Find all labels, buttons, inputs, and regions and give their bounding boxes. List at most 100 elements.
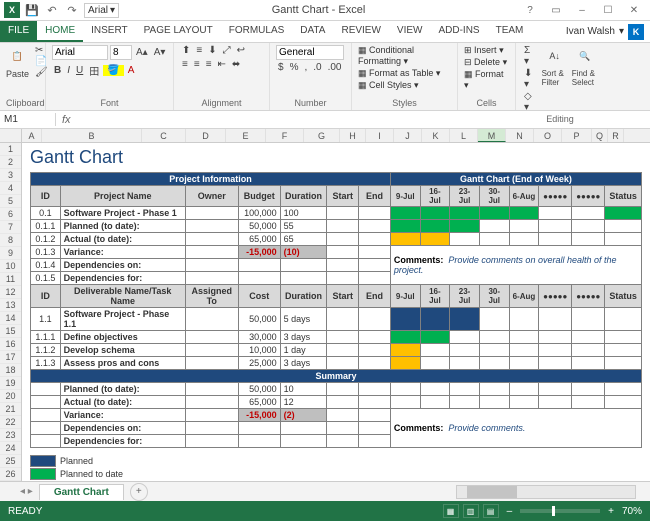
cell[interactable] bbox=[509, 383, 539, 396]
add-sheet-button[interactable]: + bbox=[130, 483, 148, 501]
cell[interactable] bbox=[539, 396, 572, 409]
tab-team[interactable]: TEAM bbox=[488, 21, 532, 42]
cell[interactable]: 25,000 bbox=[238, 357, 280, 370]
cell[interactable] bbox=[359, 207, 391, 220]
cell[interactable]: ●●●●● bbox=[572, 186, 605, 207]
font-name-input[interactable] bbox=[52, 45, 108, 60]
column-header[interactable]: L bbox=[450, 129, 478, 142]
column-header[interactable]: O bbox=[534, 129, 562, 142]
cell[interactable]: Status bbox=[605, 186, 642, 207]
cell[interactable] bbox=[31, 409, 61, 422]
zoom-out-button[interactable]: – bbox=[507, 506, 513, 517]
cell[interactable]: Variance: bbox=[60, 409, 185, 422]
sheet-tab[interactable]: Gantt Chart bbox=[39, 484, 124, 500]
cell[interactable] bbox=[572, 344, 605, 357]
cell[interactable] bbox=[509, 233, 539, 246]
cell[interactable]: 30,000 bbox=[238, 331, 280, 344]
cell[interactable] bbox=[185, 207, 238, 220]
cell[interactable]: 50,000 bbox=[238, 308, 280, 331]
row-header[interactable]: 5 bbox=[0, 195, 21, 208]
cell[interactable] bbox=[572, 220, 605, 233]
column-header[interactable]: C bbox=[142, 129, 186, 142]
cell[interactable]: (10) bbox=[280, 246, 327, 259]
cell[interactable] bbox=[327, 207, 359, 220]
zoom-slider[interactable] bbox=[520, 509, 600, 513]
cell[interactable]: 0.1.4 bbox=[31, 259, 61, 272]
row-header[interactable]: 7 bbox=[0, 221, 21, 234]
cell[interactable]: 55 bbox=[280, 220, 327, 233]
cell[interactable] bbox=[327, 331, 359, 344]
cell[interactable] bbox=[185, 246, 238, 259]
cell[interactable] bbox=[327, 308, 359, 331]
cell[interactable] bbox=[420, 396, 450, 409]
cell[interactable] bbox=[238, 259, 280, 272]
cell[interactable] bbox=[327, 220, 359, 233]
cell[interactable] bbox=[359, 344, 391, 357]
cell[interactable]: ●●●●● bbox=[572, 285, 605, 308]
align-left-icon[interactable]: ≡ bbox=[180, 59, 190, 70]
cell[interactable]: Gantt Chart (End of Week) bbox=[390, 173, 641, 186]
cell-styles-button[interactable]: ▦ Cell Styles ▾ bbox=[358, 80, 419, 91]
cell[interactable] bbox=[450, 357, 480, 370]
qat-font-box[interactable]: Arial ▾ bbox=[84, 3, 119, 18]
cell[interactable]: Start bbox=[327, 186, 359, 207]
cell[interactable] bbox=[185, 422, 238, 435]
tab-formulas[interactable]: FORMULAS bbox=[221, 21, 293, 42]
cell[interactable] bbox=[31, 435, 61, 448]
cell[interactable] bbox=[509, 220, 539, 233]
cell[interactable] bbox=[539, 331, 572, 344]
cell[interactable]: -15,000 bbox=[238, 246, 280, 259]
cell[interactable] bbox=[479, 233, 509, 246]
cell[interactable] bbox=[479, 220, 509, 233]
cell[interactable] bbox=[31, 422, 61, 435]
cell[interactable] bbox=[450, 207, 480, 220]
cell[interactable] bbox=[185, 396, 238, 409]
row-header[interactable]: 23 bbox=[0, 429, 21, 442]
column-header[interactable]: F bbox=[266, 129, 304, 142]
cell[interactable] bbox=[390, 357, 420, 370]
cell[interactable] bbox=[327, 357, 359, 370]
cell[interactable] bbox=[450, 233, 480, 246]
cell[interactable]: Software Project - Phase 1.1 bbox=[60, 308, 185, 331]
cell[interactable] bbox=[572, 357, 605, 370]
cell[interactable] bbox=[359, 259, 391, 272]
cell[interactable]: -15,000 bbox=[238, 409, 280, 422]
cell[interactable]: Summary bbox=[31, 370, 642, 383]
format-cells-button[interactable]: ▦ Format ▾ bbox=[464, 69, 509, 91]
cell[interactable] bbox=[31, 396, 61, 409]
cell[interactable]: Dependencies on: bbox=[60, 422, 185, 435]
cell[interactable] bbox=[539, 344, 572, 357]
cell[interactable] bbox=[420, 220, 450, 233]
sheet-nav-icons[interactable]: ◂ ▸ bbox=[20, 486, 33, 497]
increase-font-icon[interactable]: A▴ bbox=[134, 47, 150, 58]
cell[interactable] bbox=[509, 207, 539, 220]
insert-cells-button[interactable]: ⊞ Insert ▾ bbox=[464, 45, 504, 56]
redo-icon[interactable]: ↷ bbox=[64, 2, 80, 18]
cell[interactable] bbox=[359, 422, 391, 435]
cell[interactable] bbox=[479, 331, 509, 344]
cell[interactable] bbox=[420, 357, 450, 370]
cell[interactable] bbox=[390, 383, 420, 396]
cell[interactable] bbox=[572, 396, 605, 409]
cell[interactable]: 100,000 bbox=[238, 207, 280, 220]
row-header[interactable]: 13 bbox=[0, 299, 21, 312]
cell[interactable] bbox=[327, 344, 359, 357]
cell[interactable] bbox=[509, 396, 539, 409]
cell[interactable] bbox=[359, 220, 391, 233]
cell[interactable] bbox=[185, 357, 238, 370]
cell[interactable] bbox=[539, 308, 572, 331]
tab-add-ins[interactable]: ADD-INS bbox=[430, 21, 487, 42]
fx-icon[interactable]: fx bbox=[56, 114, 77, 126]
merge-icon[interactable]: ⬌ bbox=[230, 59, 242, 70]
dec-decimal-icon[interactable]: .00 bbox=[326, 62, 344, 73]
column-header[interactable]: A bbox=[22, 129, 42, 142]
cell[interactable]: Duration bbox=[280, 186, 327, 207]
cell[interactable] bbox=[572, 308, 605, 331]
tab-page-layout[interactable]: PAGE LAYOUT bbox=[136, 21, 221, 42]
cell[interactable]: End bbox=[359, 186, 391, 207]
currency-icon[interactable]: $ bbox=[276, 62, 286, 73]
cell[interactable] bbox=[390, 233, 420, 246]
cell[interactable] bbox=[539, 233, 572, 246]
cell[interactable] bbox=[280, 259, 327, 272]
cell[interactable]: 3 days bbox=[280, 331, 327, 344]
